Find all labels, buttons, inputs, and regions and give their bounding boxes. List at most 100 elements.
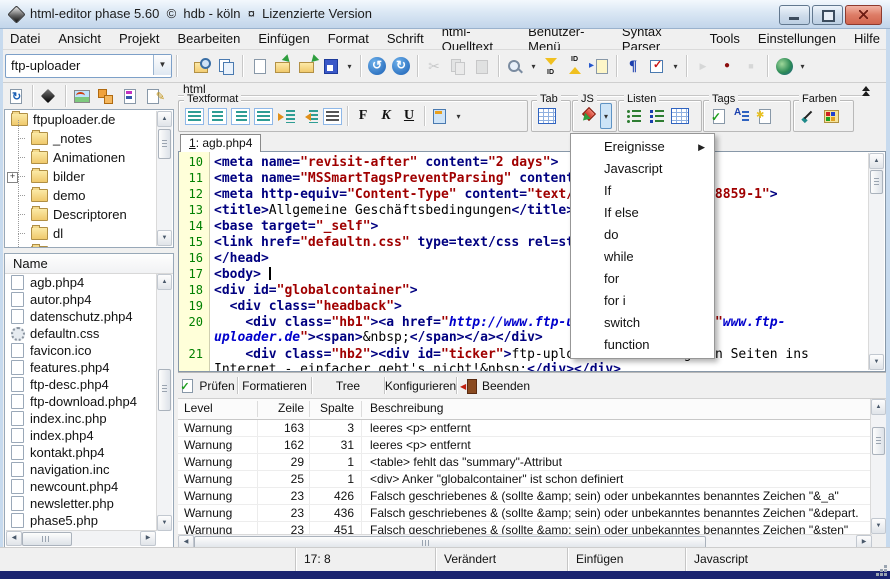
- code-line-18[interactable]: 18<div id="globalcontainer">: [179, 282, 869, 298]
- save-button[interactable]: [319, 55, 343, 77]
- menu-item-do[interactable]: do: [571, 224, 714, 246]
- menu-item-for-i[interactable]: for i: [571, 290, 714, 312]
- stop-button[interactable]: ■: [739, 55, 763, 77]
- column-header-spalte[interactable]: Spalte: [310, 399, 354, 419]
- tree-item-demo[interactable]: demo: [5, 186, 173, 205]
- table-row[interactable]: Warnung23436Falsch geschriebenes & (soll…: [178, 505, 872, 522]
- open-folder-button[interactable]: [271, 55, 295, 77]
- collapse-chevron-icon[interactable]: [861, 84, 873, 95]
- dropdown-arrow-button[interactable]: ▾: [343, 55, 356, 77]
- publish-button[interactable]: [772, 55, 796, 77]
- menu-einf-gen[interactable]: Einfügen: [249, 29, 318, 48]
- scroll-up-icon[interactable]: ▲: [157, 274, 172, 290]
- doc-list-button[interactable]: [118, 85, 142, 107]
- indent-inc-button[interactable]: [275, 105, 297, 127]
- folder-import-button[interactable]: [295, 55, 319, 77]
- undo-button[interactable]: ↺: [365, 55, 389, 77]
- code-line-wrap-11[interactable]: uploader.de"><span>&nbsp;</span></a></di…: [179, 330, 869, 346]
- indent-dec-button[interactable]: [298, 105, 320, 127]
- menu-einstellungen[interactable]: Einstellungen: [749, 29, 845, 48]
- expand-icon[interactable]: +: [7, 172, 18, 183]
- code-line-19[interactable]: 19 <div class="headback">: [179, 298, 869, 314]
- redo-button[interactable]: ↻: [389, 55, 413, 77]
- phase-logo-button[interactable]: [37, 85, 61, 107]
- tag-new-button[interactable]: [754, 105, 776, 127]
- column-header-level[interactable]: Level: [184, 399, 254, 419]
- file-item-datenschutz-php4[interactable]: datenschutz.php4: [5, 308, 173, 325]
- table-grid-button[interactable]: [669, 105, 691, 127]
- id-up-button[interactable]: [564, 55, 588, 77]
- new-file-button[interactable]: [247, 55, 271, 77]
- chevron-down-icon[interactable]: ▼: [153, 55, 171, 75]
- align-center-button[interactable]: [206, 105, 228, 127]
- close-button[interactable]: [845, 5, 882, 25]
- table-row[interactable]: Warnung16231leeres <p> entfernt: [178, 437, 872, 454]
- column-header-beschreibung[interactable]: Beschreibung: [370, 399, 868, 419]
- code-line-16[interactable]: 16</head>: [179, 250, 869, 266]
- file-list-header[interactable]: Name: [5, 254, 173, 274]
- table-scrollbar[interactable]: ▲ ▼: [870, 399, 886, 534]
- scroll-down-icon[interactable]: ▼: [157, 515, 172, 531]
- menu-projekt[interactable]: Projekt: [110, 29, 168, 48]
- file-item-agb-php4[interactable]: agb.php4: [5, 274, 173, 291]
- tree-scrollbar[interactable]: ▲ ▼: [156, 111, 172, 246]
- scroll-down-icon[interactable]: ▼: [871, 518, 886, 534]
- file-item-ftp-desc-php4[interactable]: ftp-desc.php4: [5, 376, 173, 393]
- menu-hilfe[interactable]: Hilfe: [845, 29, 889, 48]
- scroll-up-icon[interactable]: ▲: [157, 111, 172, 127]
- menu-item-for[interactable]: for: [571, 268, 714, 290]
- file-item-index-php4[interactable]: index.php4: [5, 427, 173, 444]
- tree-scrollbar-thumb[interactable]: [158, 129, 171, 159]
- image-viewer-button[interactable]: [70, 85, 94, 107]
- resize-grip[interactable]: [884, 565, 887, 568]
- pr-fen-button[interactable]: Prüfen: [178, 373, 237, 398]
- js-diamond-button[interactable]: [577, 105, 599, 127]
- file-item-newsletter-php[interactable]: newsletter.php: [5, 495, 173, 512]
- dropdown-arrow-button[interactable]: ▾: [527, 55, 540, 77]
- align-justify-button[interactable]: [252, 105, 274, 127]
- copy-pages-button[interactable]: [214, 55, 238, 77]
- id-down-button[interactable]: [540, 55, 564, 77]
- tree-root[interactable]: ftpuploader.de: [5, 110, 173, 129]
- file-item-index-inc-php[interactable]: index.inc.php: [5, 410, 173, 427]
- menu-schrift[interactable]: Schrift: [378, 29, 433, 48]
- file-item-kontakt-php4[interactable]: kontakt.php4: [5, 444, 173, 461]
- italic-button[interactable]: K: [375, 105, 397, 127]
- menu-item-javascript[interactable]: Javascript: [571, 158, 714, 180]
- menu-item-function[interactable]: function: [571, 334, 714, 356]
- tag-anchor-button[interactable]: [731, 105, 753, 127]
- table-row[interactable]: Warnung1633leeres <p> entfernt: [178, 420, 872, 437]
- validate-button[interactable]: [645, 55, 669, 77]
- code-line-10[interactable]: 10<meta name="revisit-after" content="2 …: [179, 154, 869, 170]
- textformat-dropdown-arrow-button[interactable]: ▾: [452, 105, 465, 127]
- file-item-newcount-php4[interactable]: newcount.php4: [5, 478, 173, 495]
- style-doc-button[interactable]: [429, 105, 451, 127]
- menu-datei[interactable]: Datei: [1, 29, 49, 48]
- editor-tab-agb[interactable]: 1: agb.php4: [180, 134, 261, 152]
- menu-bearbeiten[interactable]: Bearbeiten: [168, 29, 249, 48]
- file-item-features-php4[interactable]: features.php4: [5, 359, 173, 376]
- list-ul-button[interactable]: [623, 105, 645, 127]
- code-line-14[interactable]: 14<base target="_self">: [179, 218, 869, 234]
- code-line-13[interactable]: 13<title>Allgemeine Geschäftsbedingungen…: [179, 202, 869, 218]
- tree-item-notes[interactable]: _notes: [5, 129, 173, 148]
- tree-item-error[interactable]: error: [5, 243, 173, 248]
- menu-format[interactable]: Format: [319, 29, 378, 48]
- paste-button[interactable]: [470, 55, 494, 77]
- cut-button[interactable]: ✂: [422, 55, 446, 77]
- tag-check-button[interactable]: [708, 105, 730, 127]
- beenden-button[interactable]: Beenden: [457, 373, 535, 398]
- file-list-scrollbar-thumb[interactable]: [158, 369, 171, 411]
- scroll-left-icon[interactable]: ◀: [6, 531, 22, 546]
- goto-doc-button[interactable]: [588, 55, 612, 77]
- dropdown-arrow-button[interactable]: ▾: [796, 55, 809, 77]
- formatieren-button[interactable]: Formatieren: [238, 373, 311, 398]
- code-line-20[interactable]: 20 <div class="hb1"><a href="http://www.…: [179, 314, 869, 330]
- copy-button[interactable]: [446, 55, 470, 77]
- menu-tools[interactable]: Tools: [701, 29, 749, 48]
- code-line-15[interactable]: 15<link href="defaultn.css" type=text/cs…: [179, 234, 869, 250]
- preview-button[interactable]: [190, 55, 214, 77]
- editor-scrollbar[interactable]: ▲ ▼: [868, 153, 884, 370]
- play-button[interactable]: ▶: [691, 55, 715, 77]
- column-header-zeile[interactable]: Zeile: [258, 399, 304, 419]
